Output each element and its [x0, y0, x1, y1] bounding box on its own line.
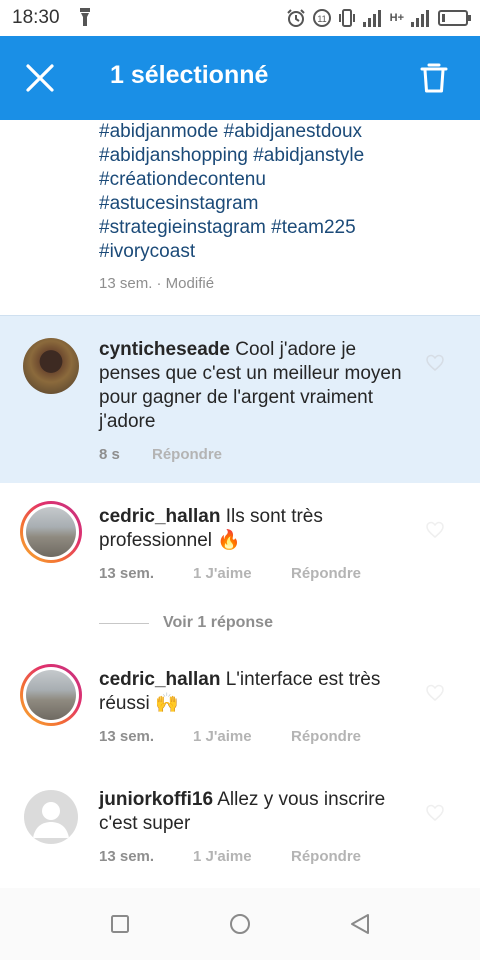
reply-button[interactable]: Répondre	[291, 848, 361, 865]
hashtag-line[interactable]: #abidjanmode #abidjanestdoux	[99, 120, 459, 144]
alarm-icon	[286, 9, 305, 27]
avatar-story-ring[interactable]	[20, 664, 82, 726]
vibrate-icon	[338, 9, 355, 27]
avatar[interactable]	[23, 338, 79, 394]
comment-text: juniorkoffi16 Allez y vous inscrire c'es…	[99, 788, 419, 836]
comment-username[interactable]: juniorkoffi16	[99, 789, 213, 810]
avatar-story-ring[interactable]	[20, 501, 82, 563]
back-icon	[351, 914, 369, 934]
comment-meta: 13 sem. 1 J'aime Répondre	[99, 848, 361, 865]
comment-username[interactable]: cyntichesеade	[99, 339, 230, 360]
view-replies-button[interactable]: Voir 1 réponse	[99, 614, 273, 632]
reply-button[interactable]: Répondre	[152, 446, 222, 463]
delete-button[interactable]	[412, 56, 456, 100]
home-icon	[230, 914, 250, 934]
reply-button[interactable]: Répondre	[291, 565, 361, 582]
network-type-label: H+	[389, 12, 404, 24]
close-selection-button[interactable]	[18, 56, 62, 100]
home-button[interactable]	[228, 912, 252, 936]
heart-icon[interactable]	[426, 684, 444, 702]
likes-count[interactable]: 1 J'aime	[193, 848, 291, 865]
comment-time: 13 sem.	[99, 728, 155, 745]
avatar-image	[23, 338, 79, 394]
hashtag-line[interactable]: #strategieinstagram #team225	[99, 216, 459, 240]
comment-meta: 13 sem. 1 J'aime Répondre	[99, 728, 361, 745]
comment-username[interactable]: cedric_hallan	[99, 506, 220, 527]
heart-icon[interactable]	[426, 804, 444, 822]
heart-icon[interactable]	[426, 521, 444, 539]
hashtag-line[interactable]: #créationdecontenu	[99, 168, 459, 192]
avatar-image	[26, 507, 76, 557]
status-bar: 18:30 11 H+	[0, 0, 480, 36]
selection-app-bar: 1 sélectionné	[0, 36, 480, 120]
trash-icon	[420, 63, 448, 93]
recents-button[interactable]	[108, 912, 132, 936]
default-user-icon	[33, 802, 69, 838]
avatar[interactable]	[24, 790, 78, 844]
status-time: 18:30	[12, 7, 60, 28]
comment-text: cyntichesеade Cool j'adore je penses que…	[99, 338, 419, 434]
comment-item[interactable]: cedric_hallan L'interface est très réuss…	[0, 646, 480, 766]
hashtag-line[interactable]: #abidjanshopping #abidjanstyle	[99, 144, 459, 168]
hashtag-line[interactable]: #astucesinstagram	[99, 192, 459, 216]
caption-meta: 13 sem. · Modifié	[99, 275, 215, 292]
avatar-image	[24, 790, 78, 844]
back-button[interactable]	[348, 912, 372, 936]
replies-divider	[99, 622, 149, 624]
comment-time: 8 s	[99, 446, 120, 463]
caption-hashtags: #abidjanmode #abidjanestdoux #abidjansho…	[99, 120, 459, 264]
likes-count[interactable]: 1 J'aime	[193, 565, 291, 582]
comment-text: cedric_hallan L'interface est très réuss…	[99, 668, 419, 716]
comment-item-selected[interactable]: cyntichesеade Cool j'adore je penses que…	[0, 315, 480, 483]
comment-item[interactable]: juniorkoffi16 Allez y vous inscrire c'es…	[0, 766, 480, 886]
signal-icon-2	[411, 10, 429, 27]
svg-text:11: 11	[317, 14, 326, 24]
avatar-ring-gap	[23, 667, 79, 723]
selection-title: 1 sélectionné	[110, 61, 269, 89]
view-replies-label: Voir 1 réponse	[163, 614, 273, 631]
battery-icon	[438, 10, 471, 26]
system-nav-bar	[0, 888, 480, 960]
likes-count[interactable]: 1 J'aime	[193, 728, 291, 745]
flashlight-icon	[80, 8, 90, 26]
heart-icon[interactable]	[426, 354, 444, 372]
comment-text: cedric_hallan Ils sont très professionne…	[99, 505, 419, 553]
comment-meta: 13 sem. 1 J'aime Répondre	[99, 565, 361, 582]
avatar-image	[26, 670, 76, 720]
post-caption: #abidjanmode #abidjanestdoux #abidjansho…	[0, 120, 480, 315]
comment-meta: 8 s Répondre	[99, 446, 222, 463]
recents-icon	[111, 915, 129, 933]
comment-item[interactable]: cedric_hallan Ils sont très professionne…	[0, 483, 480, 603]
hashtag-line[interactable]: #ivorycoast	[99, 240, 459, 264]
signal-icon	[362, 10, 381, 27]
avatar-ring-gap	[23, 504, 79, 560]
data-saver-icon: 11	[312, 9, 331, 27]
comment-time: 13 sem.	[99, 565, 155, 582]
close-icon	[26, 64, 54, 92]
status-icons: 11 H+	[286, 6, 472, 30]
comment-username[interactable]: cedric_hallan	[99, 669, 220, 690]
comment-time: 13 sem.	[99, 848, 155, 865]
reply-button[interactable]: Répondre	[291, 728, 361, 745]
